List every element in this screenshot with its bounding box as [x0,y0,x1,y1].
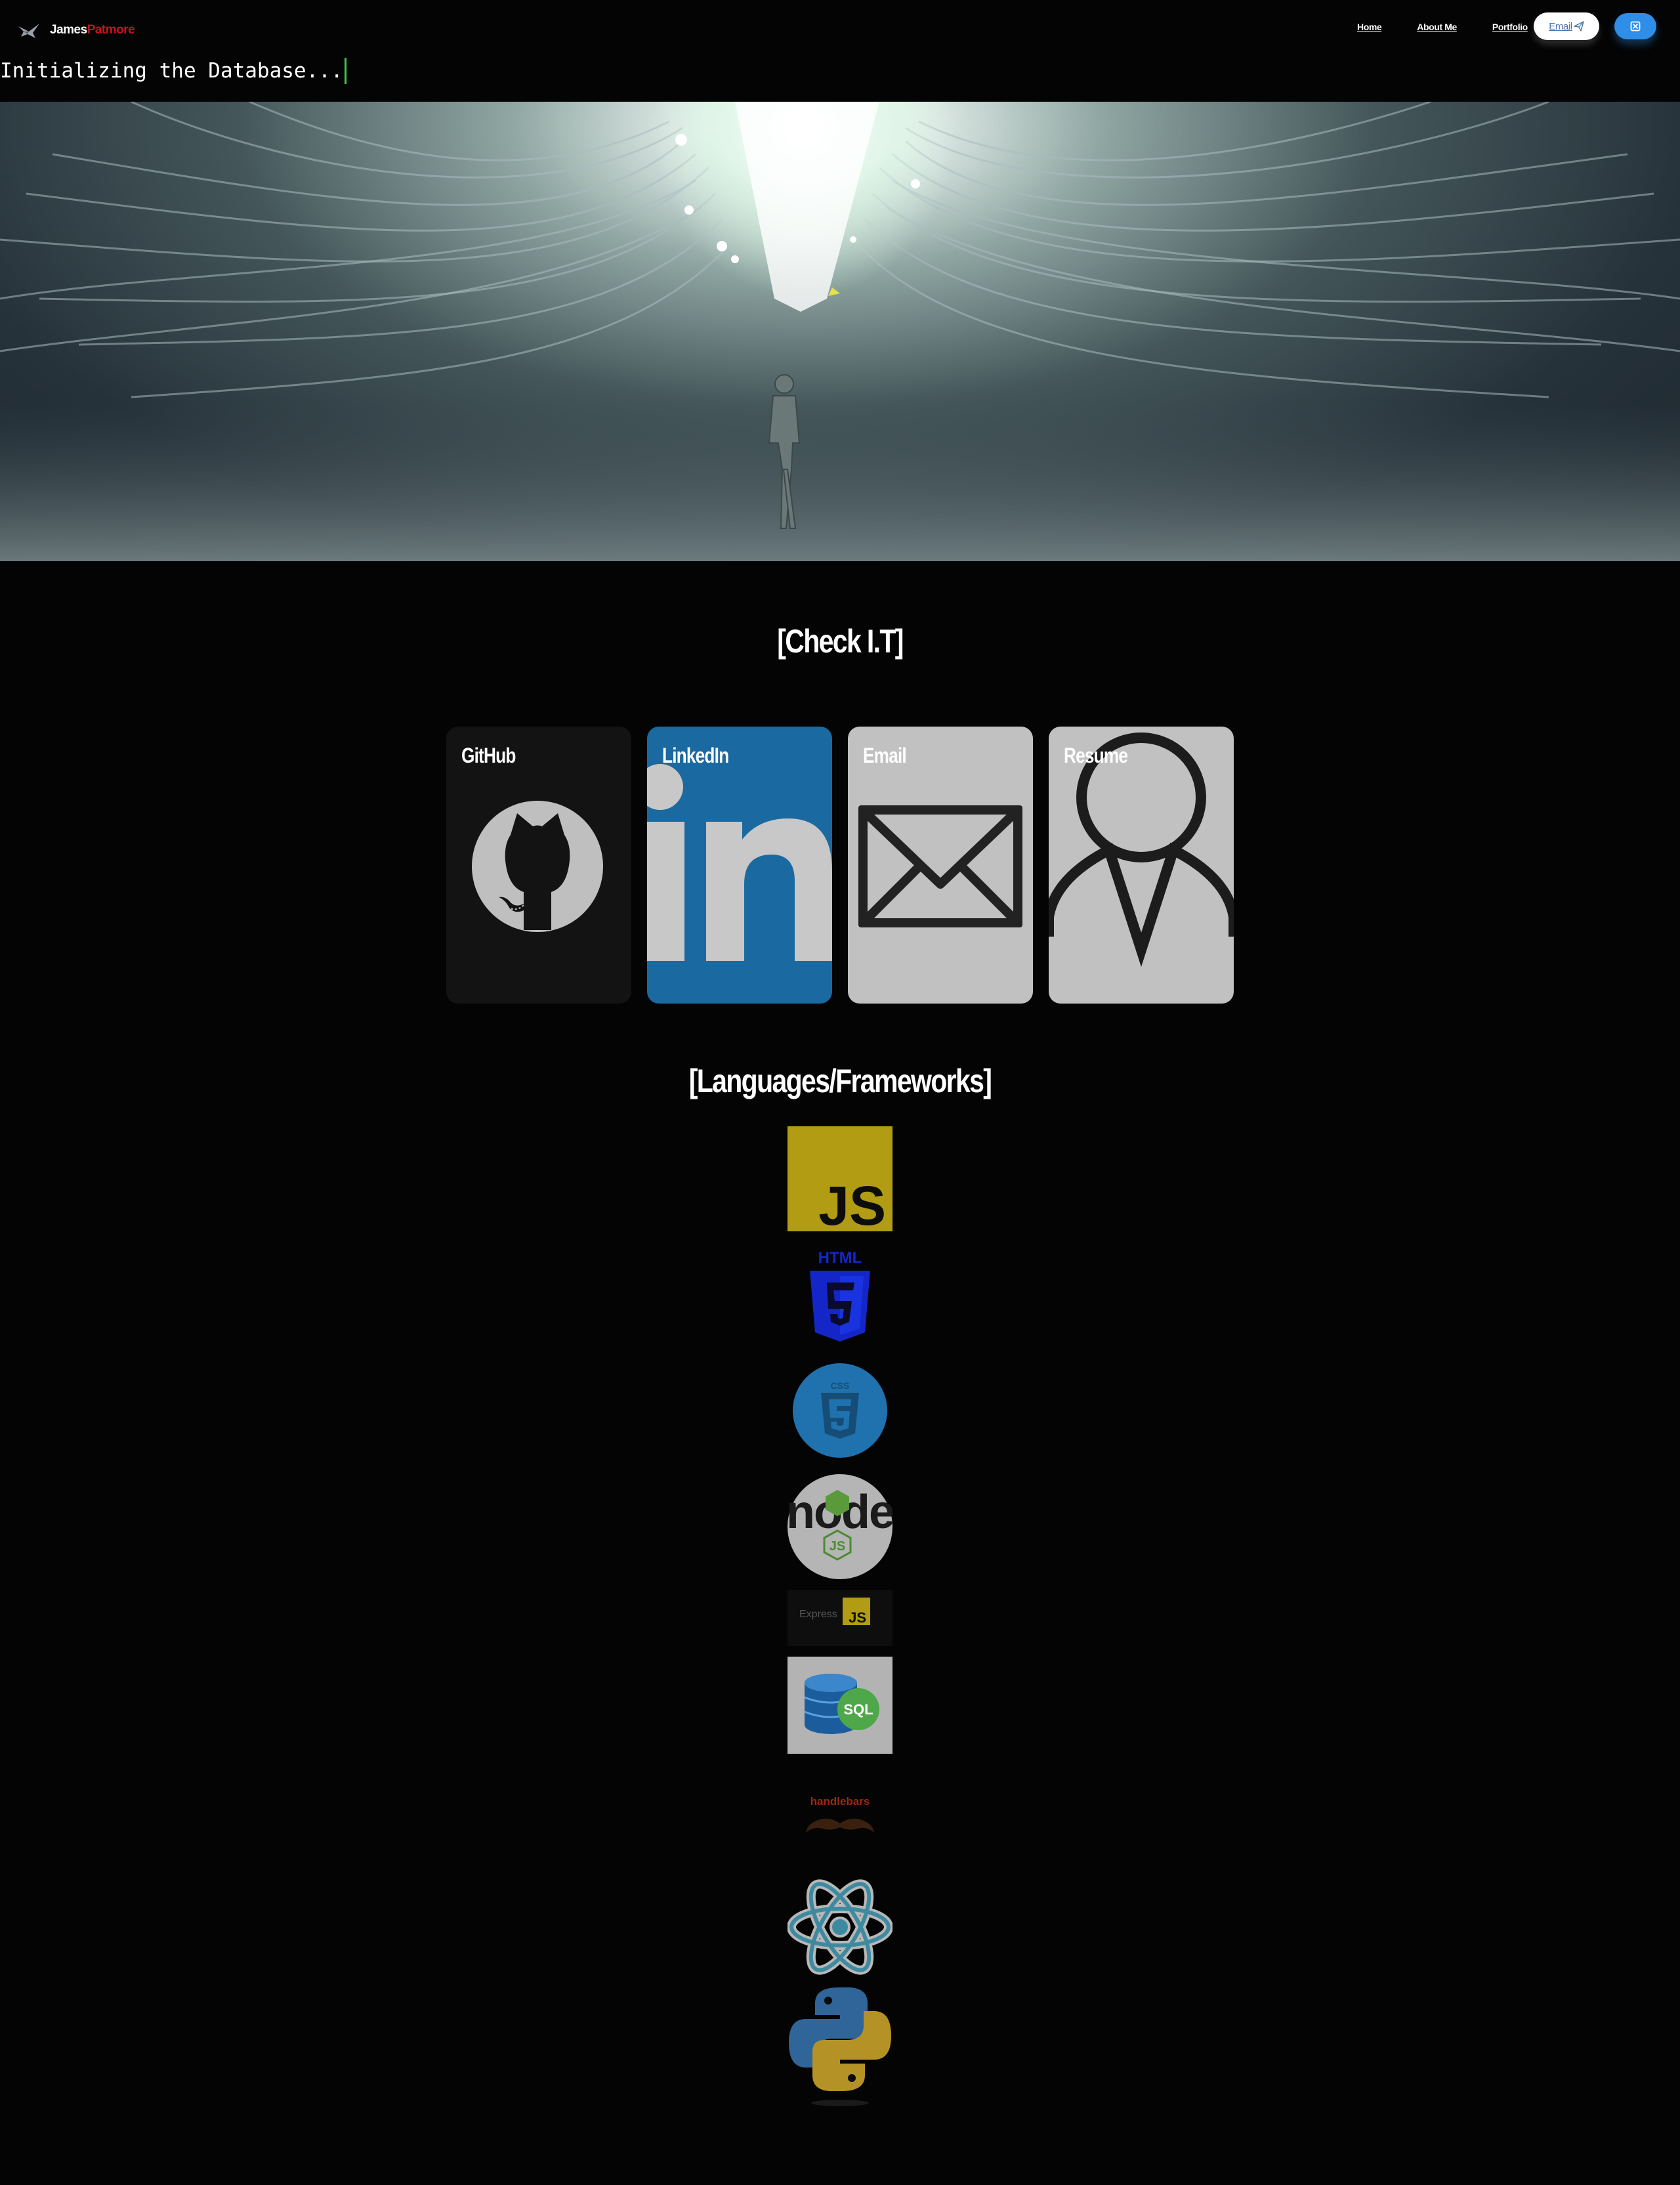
email-card[interactable]: Email [848,727,1033,1004]
email-button-label: Email [1549,20,1572,32]
handlebars-logo: handlebars [788,1772,892,1857]
javascript-logo: JS [788,1126,892,1231]
typewriter-text: Initializing the Database... [0,59,343,83]
brand-first-name: James [50,23,87,37]
express-js-text: JS [849,1609,866,1626]
languages-title: [Languages/Frameworks] [688,1063,992,1099]
express-icon: Express JS [788,1590,892,1646]
check-it-title: [Check I.T] [777,623,904,660]
hero-image [0,102,1680,561]
css3-logo-text: CSS [831,1380,850,1391]
close-x-button[interactable] [1614,13,1656,39]
python-logo [788,1986,892,2108]
send-icon [1574,21,1584,32]
sql-logo: SQL [788,1657,892,1754]
brand-last-name: Patmore [87,23,135,37]
css3-icon: CSS [793,1363,887,1458]
email-button[interactable]: Email [1534,12,1599,40]
resume-card[interactable]: Resume [1049,727,1234,1004]
sql-database-icon: SQL [788,1657,892,1754]
nav-portfolio-link[interactable]: Portfolio [1492,19,1528,35]
html5-logo: HTML [788,1247,892,1346]
html5-logo-text: HTML [818,1249,862,1267]
python-icon [789,1987,891,2106]
nav-about-link[interactable]: About Me [1417,19,1457,35]
typewriter-banner: Initializing the Database... [0,56,346,85]
nodejs-logo: node JS [788,1474,892,1579]
email-card-label: Email [863,744,907,767]
handlebars-logo-text: handlebars [810,1795,870,1808]
handlebars-icon: handlebars [806,1795,874,1833]
html5-icon: HTML [810,1249,870,1342]
close-square-icon [1630,21,1641,32]
linkedin-card[interactable]: LinkedIn [647,727,832,1004]
navbar: James Patmore Home About Me Portfolio Em… [0,0,1680,55]
brand[interactable]: James Patmore [16,17,135,43]
brand-logo-icon [18,24,39,38]
person-icon [1049,732,1234,967]
nodejs-js-text: JS [830,1539,845,1554]
nav-home-link[interactable]: Home [1357,19,1382,35]
express-logo-text: Express [799,1609,837,1620]
linkedin-icon [647,764,832,961]
github-icon [472,801,603,932]
typing-cursor [344,58,346,84]
react-logo [788,1876,892,1978]
javascript-icon: JS [788,1126,892,1231]
nav-links: Home About Me Portfolio [1347,19,1528,35]
react-icon [788,1879,892,1975]
github-card[interactable]: GitHub [446,727,631,1004]
css3-logo: CSS [788,1363,892,1458]
sql-logo-text: SQL [843,1701,873,1718]
envelope-icon [858,805,1022,927]
resume-card-label: Resume [1064,744,1128,767]
express-logo: Express JS [788,1590,892,1646]
hero-scene-illustration [0,102,1680,561]
linkedin-card-label: LinkedIn [662,744,729,767]
javascript-logo-text: JS [818,1175,886,1231]
nodejs-icon: node JS [788,1474,892,1579]
github-card-label: GitHub [461,744,516,767]
